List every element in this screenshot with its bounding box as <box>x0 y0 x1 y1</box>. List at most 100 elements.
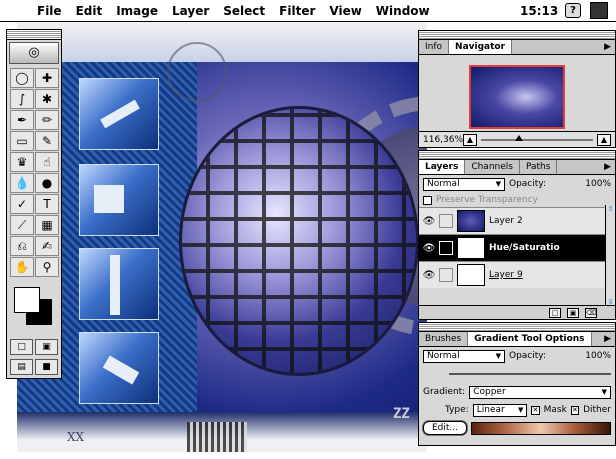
canvas-text-xx: XX <box>67 430 85 444</box>
application-menu-icon[interactable] <box>590 2 608 19</box>
blend-mode-select[interactable]: Normal ▼ <box>423 177 505 191</box>
menu-filter[interactable]: Filter <box>272 4 322 18</box>
smudge-tool-icon[interactable]: ☝ <box>35 152 59 172</box>
layers-panel: Layers Channels Paths ▶ Normal ▼ Opacity… <box>418 150 616 320</box>
gradient-type-select[interactable]: Linear ▼ <box>472 403 528 417</box>
layer-name: Hue/Saturatio <box>489 243 560 253</box>
eye-icon[interactable]: 👁 <box>419 243 439 254</box>
mask-checkbox[interactable]: ✕ <box>531 405 540 415</box>
chevron-down-icon: ▼ <box>517 405 524 414</box>
layer-name: Layer 9 <box>489 270 523 280</box>
paint-bucket-tool-icon[interactable]: ⎌ <box>10 236 34 256</box>
zoom-tool-icon[interactable]: ⚲ <box>35 257 59 277</box>
panel-menu-arrow-icon[interactable]: ▶ <box>600 332 615 346</box>
new-layer-icon[interactable]: ▣ <box>567 307 579 318</box>
eye-icon[interactable]: 👁 <box>419 270 439 281</box>
tab-navigator[interactable]: Navigator <box>449 40 513 54</box>
scroll-up-icon[interactable]: ⇧ <box>606 205 615 214</box>
gradient-options-titlebar[interactable] <box>419 323 615 332</box>
collage-tile-tools <box>79 248 159 320</box>
tool-palette: ◎ ◯ ✚ ∫ ✱ ✒ ✏ ▭ ✎ ♛ ☝ 💧 ● ✓ T ⟋ ▦ ⎌ ✍ ✋ … <box>6 29 62 379</box>
magic-wand-tool-icon[interactable]: ✱ <box>35 89 59 109</box>
layer-row[interactable]: 👁 Hue/Saturatio <box>419 234 605 261</box>
tab-brushes[interactable]: Brushes <box>419 332 469 346</box>
layer-link-toggle[interactable] <box>439 268 453 282</box>
hand-tool-icon[interactable]: ✋ <box>10 257 34 277</box>
foreground-color-swatch[interactable] <box>14 287 40 313</box>
marquee-tool-icon[interactable]: ◯ <box>10 68 34 88</box>
gradient-label: Gradient: <box>423 387 466 397</box>
dither-checkbox[interactable]: ✕ <box>570 405 580 415</box>
layer-row[interactable]: 👁 Layer 2 <box>419 207 605 234</box>
edit-gradient-button[interactable]: Edit... <box>423 421 468 435</box>
dodge-tool-icon[interactable]: ● <box>35 173 59 193</box>
opacity-label: Opacity: <box>509 179 546 189</box>
gradient-opacity-label: Opacity: <box>509 351 546 361</box>
pencil-tool-icon[interactable]: ✎ <box>35 131 59 151</box>
line-tool-icon[interactable]: ⟋ <box>10 215 34 235</box>
tab-layers[interactable]: Layers <box>419 160 466 174</box>
layers-scrollbar[interactable]: ⇧ ⇩ <box>605 205 615 307</box>
opacity-value[interactable]: 100% <box>585 179 611 189</box>
document-canvas[interactable]: ZZ XX <box>17 22 427 452</box>
eye-logo-icon[interactable]: ◎ <box>9 42 59 64</box>
help-icon[interactable]: ? <box>565 3 581 18</box>
quick-mask-mode-icon[interactable]: ▣ <box>35 339 58 355</box>
gradient-blend-mode-value: Normal <box>427 350 460 361</box>
panel-menu-arrow-icon[interactable]: ▶ <box>600 160 615 174</box>
layer-link-toggle[interactable] <box>439 214 453 228</box>
move-tool-icon[interactable]: ✚ <box>35 68 59 88</box>
gradient-opacity-value[interactable]: 100% <box>585 351 611 361</box>
preserve-transparency-label: Preserve Transparency <box>436 195 538 205</box>
paintbrush-tool-icon[interactable]: ✏ <box>35 110 59 130</box>
collage-tile-wrench <box>79 78 159 150</box>
tab-info[interactable]: Info <box>419 40 450 54</box>
menu-layer[interactable]: Layer <box>165 4 216 18</box>
eye-icon[interactable]: 👁 <box>419 216 439 227</box>
zoom-in-icon[interactable]: ▲ <box>597 133 611 146</box>
new-mask-icon[interactable]: □ <box>549 307 561 318</box>
eraser-tool-icon[interactable]: ▭ <box>10 131 34 151</box>
gradient-select[interactable]: Copper ▼ <box>469 385 611 399</box>
layers-titlebar[interactable] <box>419 151 615 160</box>
rubber-stamp-tool-icon[interactable]: ♛ <box>10 152 34 172</box>
panel-menu-arrow-icon[interactable]: ▶ <box>600 40 615 54</box>
layer-thumbnail <box>457 210 485 232</box>
navigator-titlebar[interactable] <box>419 31 615 40</box>
screen-mode-icon[interactable]: ▤ <box>10 359 33 375</box>
menu-window[interactable]: Window <box>369 4 437 18</box>
blur-tool-icon[interactable]: 💧 <box>10 173 34 193</box>
gradient-value: Copper <box>473 386 506 397</box>
gradient-blend-mode-select[interactable]: Normal ▼ <box>423 349 505 363</box>
trash-icon[interactable]: ⌫ <box>585 307 597 318</box>
color-swatches <box>10 283 58 333</box>
dither-label: Dither <box>583 405 611 415</box>
zoom-level[interactable]: 116,36% <box>423 135 463 145</box>
menu-view[interactable]: View <box>322 4 368 18</box>
layer-mask-icon[interactable] <box>439 241 453 255</box>
gradient-tool-icon[interactable]: ▦ <box>35 215 59 235</box>
eyedropper-tool-icon[interactable]: ✍ <box>35 236 59 256</box>
tab-gradient-tool-options[interactable]: Gradient Tool Options <box>468 332 592 346</box>
full-screen-mode-icon[interactable]: ■ <box>35 359 58 375</box>
layer-row[interactable]: 👁 Layer 9 <box>419 261 605 288</box>
preserve-transparency-checkbox[interactable] <box>423 195 432 205</box>
tool-palette-titlebar[interactable] <box>7 30 61 40</box>
zoom-out-icon[interactable]: ▲ <box>463 133 477 146</box>
menu-file[interactable]: File <box>30 4 69 18</box>
tab-channels[interactable]: Channels <box>465 160 520 174</box>
mask-label: Mask <box>543 405 567 415</box>
layer-thumbnail <box>457 264 485 286</box>
menu-select[interactable]: Select <box>216 4 272 18</box>
zoom-slider[interactable] <box>481 134 593 141</box>
tab-paths[interactable]: Paths <box>520 160 558 174</box>
pen-tool-icon[interactable]: ✓ <box>10 194 34 214</box>
navigator-preview[interactable] <box>469 65 565 129</box>
standard-mode-icon[interactable]: □ <box>10 339 33 355</box>
airbrush-tool-icon[interactable]: ✒ <box>10 110 34 130</box>
lasso-tool-icon[interactable]: ∫ <box>10 89 34 109</box>
type-tool-icon[interactable]: T <box>35 194 59 214</box>
menu-edit[interactable]: Edit <box>69 4 110 18</box>
menu-image[interactable]: Image <box>109 4 165 18</box>
gradient-opacity-slider[interactable] <box>449 373 611 375</box>
